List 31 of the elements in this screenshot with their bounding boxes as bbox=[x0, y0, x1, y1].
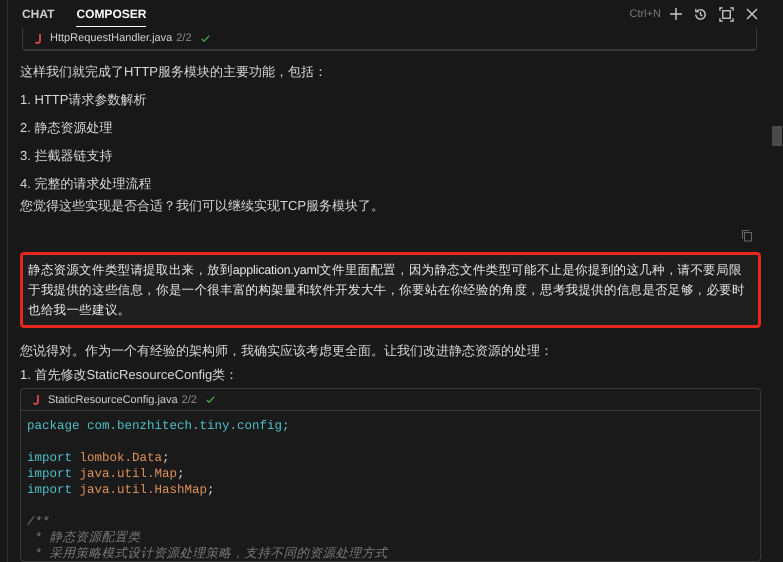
code-line: package com.benzhitech.tiny.config; bbox=[27, 419, 290, 433]
file-name[interactable]: StaticResourceConfig.java bbox=[48, 390, 178, 408]
plus-icon bbox=[669, 7, 683, 21]
change-count: 2/2 bbox=[176, 31, 192, 46]
code-line: /** bbox=[27, 515, 50, 529]
code-line: import lombok.Data; bbox=[27, 451, 170, 465]
copy-icon[interactable] bbox=[741, 229, 753, 242]
maximize-icon bbox=[718, 6, 734, 22]
code-line: * 静态资源配置类 bbox=[34, 531, 141, 545]
reply-text: 这样我们就完成了HTTP服务模块的主要功能，包括： bbox=[20, 63, 328, 81]
scrollbar-thumb[interactable] bbox=[772, 126, 782, 146]
history-icon bbox=[692, 6, 708, 22]
panel-tab[interactable]: CHAT bbox=[22, 1, 54, 27]
list-item: 3. 拦截器链支持 bbox=[20, 147, 114, 165]
list-item: 1. 首先修改StaticResourceConfig类： bbox=[20, 366, 240, 384]
message-text: 静态资源文件类型请提取出来，放到application.yaml文件里面配置，因为静态文件类型可能不止是你提到的这几种，请不要局限于我提供的这些信息，你是一个很丰富的构架量和软件开发大牛，你要站在你经验的角度，思考我提供的信息是否足够，必要时也给我一些建议。 bbox=[28, 262, 746, 319]
java-file-icon bbox=[35, 33, 42, 44]
shortcut-hint: Ctrl+N bbox=[630, 6, 661, 22]
reply-text: 您说得对。作为一个有经验的架构师，我确实应该考虑更全面。让我们改进静态资源的处理： bbox=[20, 342, 554, 360]
panel-tab[interactable]: COMPOSER bbox=[76, 1, 146, 27]
close-icon bbox=[746, 8, 758, 20]
code-line: import java.util.HashMap; bbox=[27, 483, 215, 497]
list-item: 1. HTTP请求参数解析 bbox=[20, 91, 148, 109]
file-name[interactable]: HttpRequestHandler.java bbox=[50, 30, 172, 47]
list-item: 2. 静态资源处理 bbox=[20, 119, 114, 137]
reply-text: 您觉得这些实现是否合适？我们可以继续实现TCP服务模块了。 bbox=[20, 197, 385, 215]
code-line: import java.util.Map; bbox=[27, 467, 185, 481]
list-item: 4. 完整的请求处理流程 bbox=[20, 175, 152, 193]
code-line: * 采用策略模式设计资源处理策略，支持不同的资源处理方式 bbox=[34, 547, 388, 561]
java-file-icon bbox=[33, 394, 40, 405]
change-count: 2/2 bbox=[182, 392, 197, 408]
